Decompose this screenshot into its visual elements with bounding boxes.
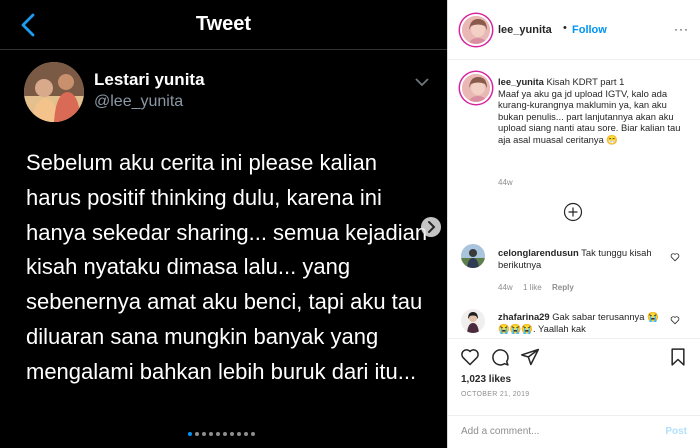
carousel-dot bbox=[188, 432, 192, 436]
post-caption: lee_yunita Kisah KDRT part 1 Maaf ya aku… bbox=[498, 76, 683, 146]
carousel-dot bbox=[209, 432, 213, 436]
plus-circle-icon[interactable] bbox=[563, 202, 583, 222]
comment-bubble-icon[interactable] bbox=[490, 347, 510, 367]
post-author-username[interactable]: lee_yunita bbox=[498, 24, 552, 36]
tweet-author-handle: @lee_yunita bbox=[94, 93, 184, 110]
carousel-dot bbox=[223, 432, 227, 436]
tweet-header: Tweet bbox=[0, 0, 447, 50]
tweet-body-text: Sebelum aku cerita ini please kalian har… bbox=[26, 150, 428, 384]
post-media: Tweet Lestari yunita @lee_yunita Sebelum… bbox=[0, 0, 447, 448]
chevron-down-icon bbox=[415, 78, 429, 87]
tweet-author-avatar bbox=[24, 62, 84, 122]
heart-icon[interactable] bbox=[670, 315, 680, 325]
post-actions: 1,023 likes OCTOBER 21, 2019 Add a comme… bbox=[448, 338, 700, 448]
carousel-dot bbox=[244, 432, 248, 436]
comment-timestamp[interactable]: 44w bbox=[498, 283, 513, 292]
carousel-dot bbox=[202, 432, 206, 436]
heart-icon[interactable] bbox=[670, 252, 680, 262]
post-author-avatar[interactable] bbox=[460, 14, 492, 46]
carousel-dot bbox=[237, 432, 241, 436]
more-options-icon[interactable]: ··· bbox=[674, 22, 689, 36]
tweet-header-title: Tweet bbox=[195, 13, 252, 35]
comment-body: celonglarendusun Tak tunggu kisah beriku… bbox=[498, 247, 668, 270]
caption-username[interactable]: lee_yunita bbox=[498, 76, 544, 87]
post-comment-button[interactable]: Post bbox=[665, 426, 687, 437]
follow-button[interactable]: Follow bbox=[572, 24, 607, 36]
tweet-author-name: Lestari yunita bbox=[94, 70, 205, 89]
carousel-dot bbox=[251, 432, 255, 436]
bookmark-icon[interactable] bbox=[668, 347, 688, 367]
carousel-dot bbox=[195, 432, 199, 436]
carousel-dots bbox=[188, 432, 255, 436]
add-comment-input[interactable]: Add a comment... bbox=[461, 426, 539, 437]
like-heart-icon[interactable] bbox=[460, 347, 480, 367]
comment-like-count[interactable]: 1 like bbox=[523, 283, 542, 292]
carousel-dot bbox=[216, 432, 220, 436]
comment-reply-button[interactable]: Reply bbox=[552, 283, 574, 292]
post-date[interactable]: OCTOBER 21, 2019 bbox=[461, 391, 529, 398]
chevron-right-icon bbox=[428, 221, 436, 233]
post-header: lee_yunita • Follow ··· bbox=[448, 0, 700, 60]
carousel-next-button[interactable] bbox=[421, 217, 441, 237]
like-count[interactable]: 1,023 likes bbox=[461, 374, 511, 385]
share-send-icon[interactable] bbox=[520, 347, 540, 367]
comment-avatar[interactable] bbox=[461, 244, 485, 268]
add-comment-row: Add a comment... Post bbox=[448, 415, 700, 448]
comment-avatar[interactable] bbox=[461, 309, 485, 333]
comment-body: zhafarina29 Gak sabar terusannya 😭😭😭😭. Y… bbox=[498, 311, 668, 334]
carousel-dot bbox=[230, 432, 234, 436]
caption-author-avatar[interactable] bbox=[460, 72, 492, 104]
comment-username[interactable]: zhafarina29 bbox=[498, 311, 550, 322]
post-side-panel: lee_yunita • Follow ··· lee_yunita Kisah… bbox=[447, 0, 700, 448]
separator-dot: • bbox=[563, 22, 567, 34]
caption-timestamp[interactable]: 44w bbox=[498, 178, 513, 187]
comment-username[interactable]: celonglarendusun bbox=[498, 247, 579, 258]
